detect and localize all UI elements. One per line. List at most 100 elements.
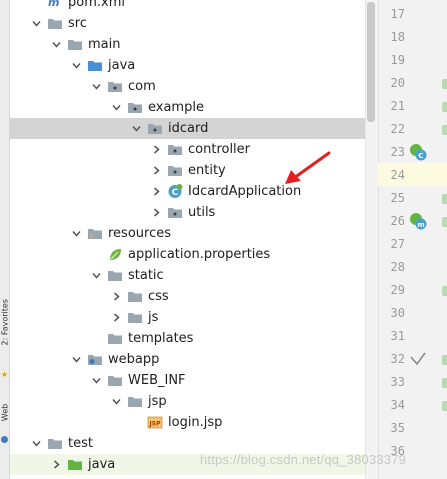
package-icon (167, 205, 183, 220)
tree-row-templates[interactable]: templates (10, 328, 365, 349)
chevron-down-icon[interactable] (71, 354, 82, 365)
tree-row-label: application.properties (128, 247, 271, 262)
chevron-right-icon[interactable] (151, 186, 162, 197)
web-icon[interactable] (1, 436, 8, 443)
svg-text:JSP: JSP (149, 421, 162, 428)
tree-row-js[interactable]: js (10, 307, 365, 328)
chevron-down-icon[interactable] (91, 81, 102, 92)
tree-scrollbar-thumb[interactable] (367, 2, 375, 122)
tree-row-label: IdcardApplication (188, 184, 302, 199)
chevron-right-icon[interactable] (111, 312, 122, 323)
svg-text:m: m (417, 221, 424, 229)
chevron-down-icon[interactable] (31, 18, 42, 29)
chevron-down-icon[interactable] (71, 60, 82, 71)
fold-marker-icon[interactable] (442, 102, 447, 112)
chevron-down-icon[interactable] (91, 270, 102, 281)
tree-row-web-inf[interactable]: WEB_INF (10, 370, 365, 391)
tree-row-application-properties[interactable]: application.properties (10, 244, 365, 265)
tree-row-label: test (68, 436, 93, 451)
tree-row-com[interactable]: com (10, 76, 365, 97)
watermark: https://blog.csdn.net/qq_38033379 (200, 452, 407, 467)
tree-row-example[interactable]: example (10, 97, 365, 118)
tree-row-label: css (148, 289, 169, 304)
svg-text:C: C (172, 188, 179, 198)
chevron-right-icon[interactable] (151, 207, 162, 218)
folder-icon (47, 436, 63, 451)
fold-marker-icon[interactable] (442, 125, 447, 135)
chevron-right-icon[interactable] (151, 165, 162, 176)
tree-row-entity[interactable]: entity (10, 160, 365, 181)
line-number: 31 (390, 329, 405, 343)
chevron-down-icon[interactable] (31, 438, 42, 449)
folder-icon (107, 373, 123, 388)
chevron-right-icon[interactable] (151, 144, 162, 155)
tree-row-test[interactable]: test (10, 433, 365, 454)
package-icon (107, 79, 123, 94)
tree-row-label: example (148, 100, 204, 115)
chevron-right-icon[interactable] (111, 291, 122, 302)
fold-marker-icon[interactable] (442, 378, 447, 388)
tree-row-java[interactable]: java (10, 55, 365, 76)
line-number: 32 (390, 352, 405, 366)
tree-row-label: jsp (148, 394, 167, 409)
fold-marker-icon[interactable] (442, 194, 447, 204)
spring-bean-class-gutter-icon[interactable]: C (408, 142, 428, 162)
chevron-down-icon[interactable] (111, 102, 122, 113)
tree-row-jsp[interactable]: jsp (10, 391, 365, 412)
tree-row-label: java (88, 457, 116, 472)
folder-icon (107, 268, 123, 283)
spring-bean-method-gutter-icon[interactable]: m (408, 211, 428, 231)
tree-row-css[interactable]: css (10, 286, 365, 307)
tree-row-src[interactable]: src (10, 13, 365, 34)
folder-icon (67, 37, 83, 52)
tree-row-webapp[interactable]: webapp (10, 349, 365, 370)
tree-row-idcardapplication[interactable]: C IdcardApplication (10, 181, 365, 202)
tree-row-resources[interactable]: resources (10, 223, 365, 244)
chevron-down-icon[interactable] (111, 396, 122, 407)
line-number: 22 (390, 122, 405, 136)
tree-row-login-jsp[interactable]: JSP login.jsp (10, 412, 365, 433)
tree-row-main[interactable]: main (10, 34, 365, 55)
fold-marker-icon[interactable] (442, 286, 447, 296)
web-tab-label[interactable]: Web (1, 390, 10, 436)
line-number: 33 (390, 375, 405, 389)
fold-marker-icon[interactable] (442, 401, 447, 411)
jsp-file-icon: JSP (147, 415, 163, 430)
tree-row-label: java (108, 58, 136, 73)
line-number: 30 (390, 306, 405, 320)
package-icon (147, 121, 163, 136)
tree-row-label: pom.xml (68, 0, 125, 10)
chevron-down-icon[interactable] (71, 228, 82, 239)
line-number: 26 (390, 214, 405, 228)
tree-row-utils[interactable]: utils (10, 202, 365, 223)
line-number: 25 (390, 191, 405, 205)
side-tool-strip: 2: Favorites ★ Web (0, 0, 10, 479)
fold-marker-icon[interactable] (442, 79, 447, 89)
chevron-down-icon[interactable] (51, 39, 62, 50)
line-number: 20 (390, 76, 405, 90)
tree-row-idcard[interactable]: idcard (10, 118, 365, 139)
checkmark-icon[interactable] (408, 349, 428, 369)
tree-row-controller[interactable]: controller (10, 139, 365, 160)
tree-row-label: utils (188, 205, 216, 220)
tree-row-label: webapp (108, 352, 160, 367)
spring-boot-class-icon: C (167, 184, 183, 199)
tree-row-pom-xml[interactable]: m pom.xml (10, 0, 365, 13)
tree-row-label: main (88, 37, 121, 52)
fold-marker-icon[interactable] (442, 217, 447, 227)
favorites-tab-label[interactable]: 2: Favorites (1, 299, 10, 345)
tree-row-label: entity (188, 163, 226, 178)
fold-marker-icon[interactable] (442, 355, 447, 365)
star-icon[interactable]: ★ (0, 370, 9, 379)
project-tree[interactable]: m pom.xml src main java com example idcard contr… (10, 0, 365, 479)
chevron-right-icon[interactable] (51, 459, 62, 470)
line-number: 17 (390, 7, 405, 21)
line-number: 21 (390, 99, 405, 113)
tree-row-label: resources (108, 226, 172, 241)
tree-row-label: com (128, 79, 156, 94)
line-number: 23 (390, 145, 405, 159)
tree-row-static[interactable]: static (10, 265, 365, 286)
chevron-down-icon[interactable] (131, 123, 142, 134)
folder-icon (127, 394, 143, 409)
chevron-down-icon[interactable] (91, 375, 102, 386)
